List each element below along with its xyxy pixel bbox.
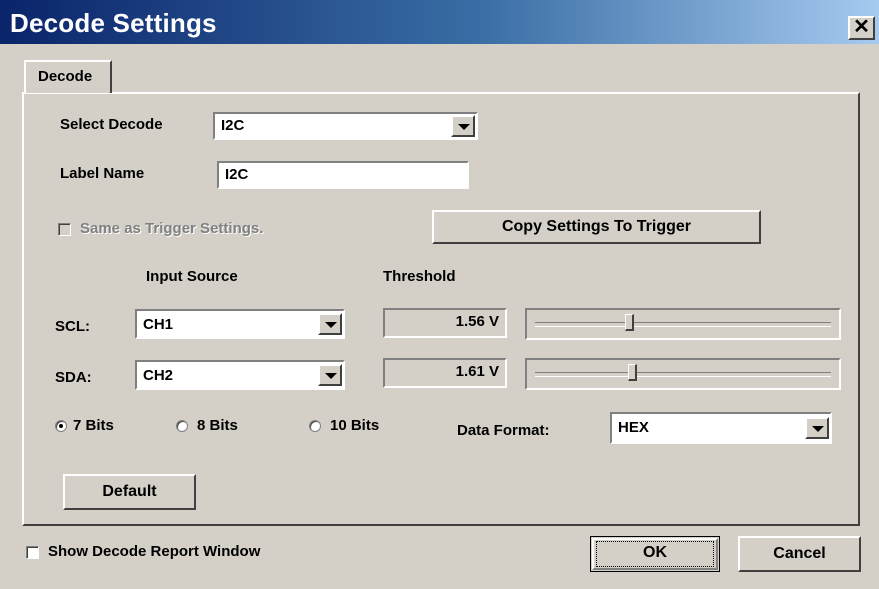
window-title: Decode Settings <box>10 8 217 38</box>
data-format-value: HEX <box>618 419 649 436</box>
sda-threshold-value: 1.61 V <box>383 358 507 388</box>
sda-source-value: CH2 <box>143 367 174 384</box>
ok-button-label: OK <box>643 544 667 561</box>
sda-slider-track <box>535 372 831 377</box>
copy-settings-to-trigger-button[interactable]: Copy Settings To Trigger <box>432 210 761 244</box>
sda-source-dropdown[interactable]: CH2 <box>135 360 345 390</box>
data-format-chevron-down-icon[interactable] <box>805 417 829 439</box>
show-report-label: Show Decode Report Window <box>48 543 261 560</box>
select-decode-dropdown[interactable]: I2C <box>213 112 478 140</box>
radio-10-bits-label: 10 Bits <box>330 417 380 434</box>
sda-threshold-slider[interactable] <box>525 358 841 390</box>
threshold-header: Threshold <box>383 268 456 285</box>
same-as-trigger-label: Same as Trigger Settings. <box>80 220 264 237</box>
scl-slider-track <box>535 322 831 327</box>
radio-7-bits-label: 7 Bits <box>73 417 114 434</box>
tab-decode[interactable]: Decode <box>24 60 112 93</box>
default-button[interactable]: Default <box>63 474 196 510</box>
sda-threshold-text: 1.61 V <box>455 363 499 380</box>
scl-source-dropdown[interactable]: CH1 <box>135 309 345 339</box>
data-format-label: Data Format: <box>457 422 550 439</box>
radio-8-bits[interactable] <box>176 420 188 432</box>
decode-settings-dialog: Decode Settings ✕ Decode Select Decode I… <box>0 0 879 589</box>
same-as-trigger-checkbox[interactable] <box>58 223 71 236</box>
radio-7-bits[interactable] <box>55 420 67 432</box>
scl-source-chevron-down-icon[interactable] <box>318 313 342 335</box>
ok-button[interactable]: OK <box>590 536 720 572</box>
select-decode-chevron-down-icon[interactable] <box>451 115 475 137</box>
radio-8-bits-label: 8 Bits <box>197 417 238 434</box>
sda-slider-thumb[interactable] <box>628 364 637 381</box>
scl-threshold-slider[interactable] <box>525 308 841 340</box>
input-source-header: Input Source <box>146 268 238 285</box>
label-name-input[interactable]: I2C <box>217 161 469 189</box>
data-format-dropdown[interactable]: HEX <box>610 412 832 444</box>
close-icon[interactable]: ✕ <box>848 16 875 40</box>
tab-decode-label: Decode <box>38 68 93 85</box>
select-decode-value: I2C <box>221 117 245 134</box>
select-decode-label: Select Decode <box>60 116 163 133</box>
show-report-checkbox[interactable] <box>26 546 39 559</box>
title-bar[interactable]: Decode Settings ✕ <box>0 0 879 44</box>
label-name-label: Label Name <box>60 165 145 182</box>
scl-label: SCL: <box>55 318 90 335</box>
scl-source-value: CH1 <box>143 316 174 333</box>
scl-threshold-value: 1.56 V <box>383 308 507 338</box>
scl-threshold-text: 1.56 V <box>455 313 499 330</box>
cancel-button[interactable]: Cancel <box>738 536 861 572</box>
label-name-value: I2C <box>225 166 249 183</box>
sda-label: SDA: <box>55 369 92 386</box>
sda-source-chevron-down-icon[interactable] <box>318 364 342 386</box>
scl-slider-thumb[interactable] <box>625 314 634 331</box>
radio-10-bits[interactable] <box>309 420 321 432</box>
